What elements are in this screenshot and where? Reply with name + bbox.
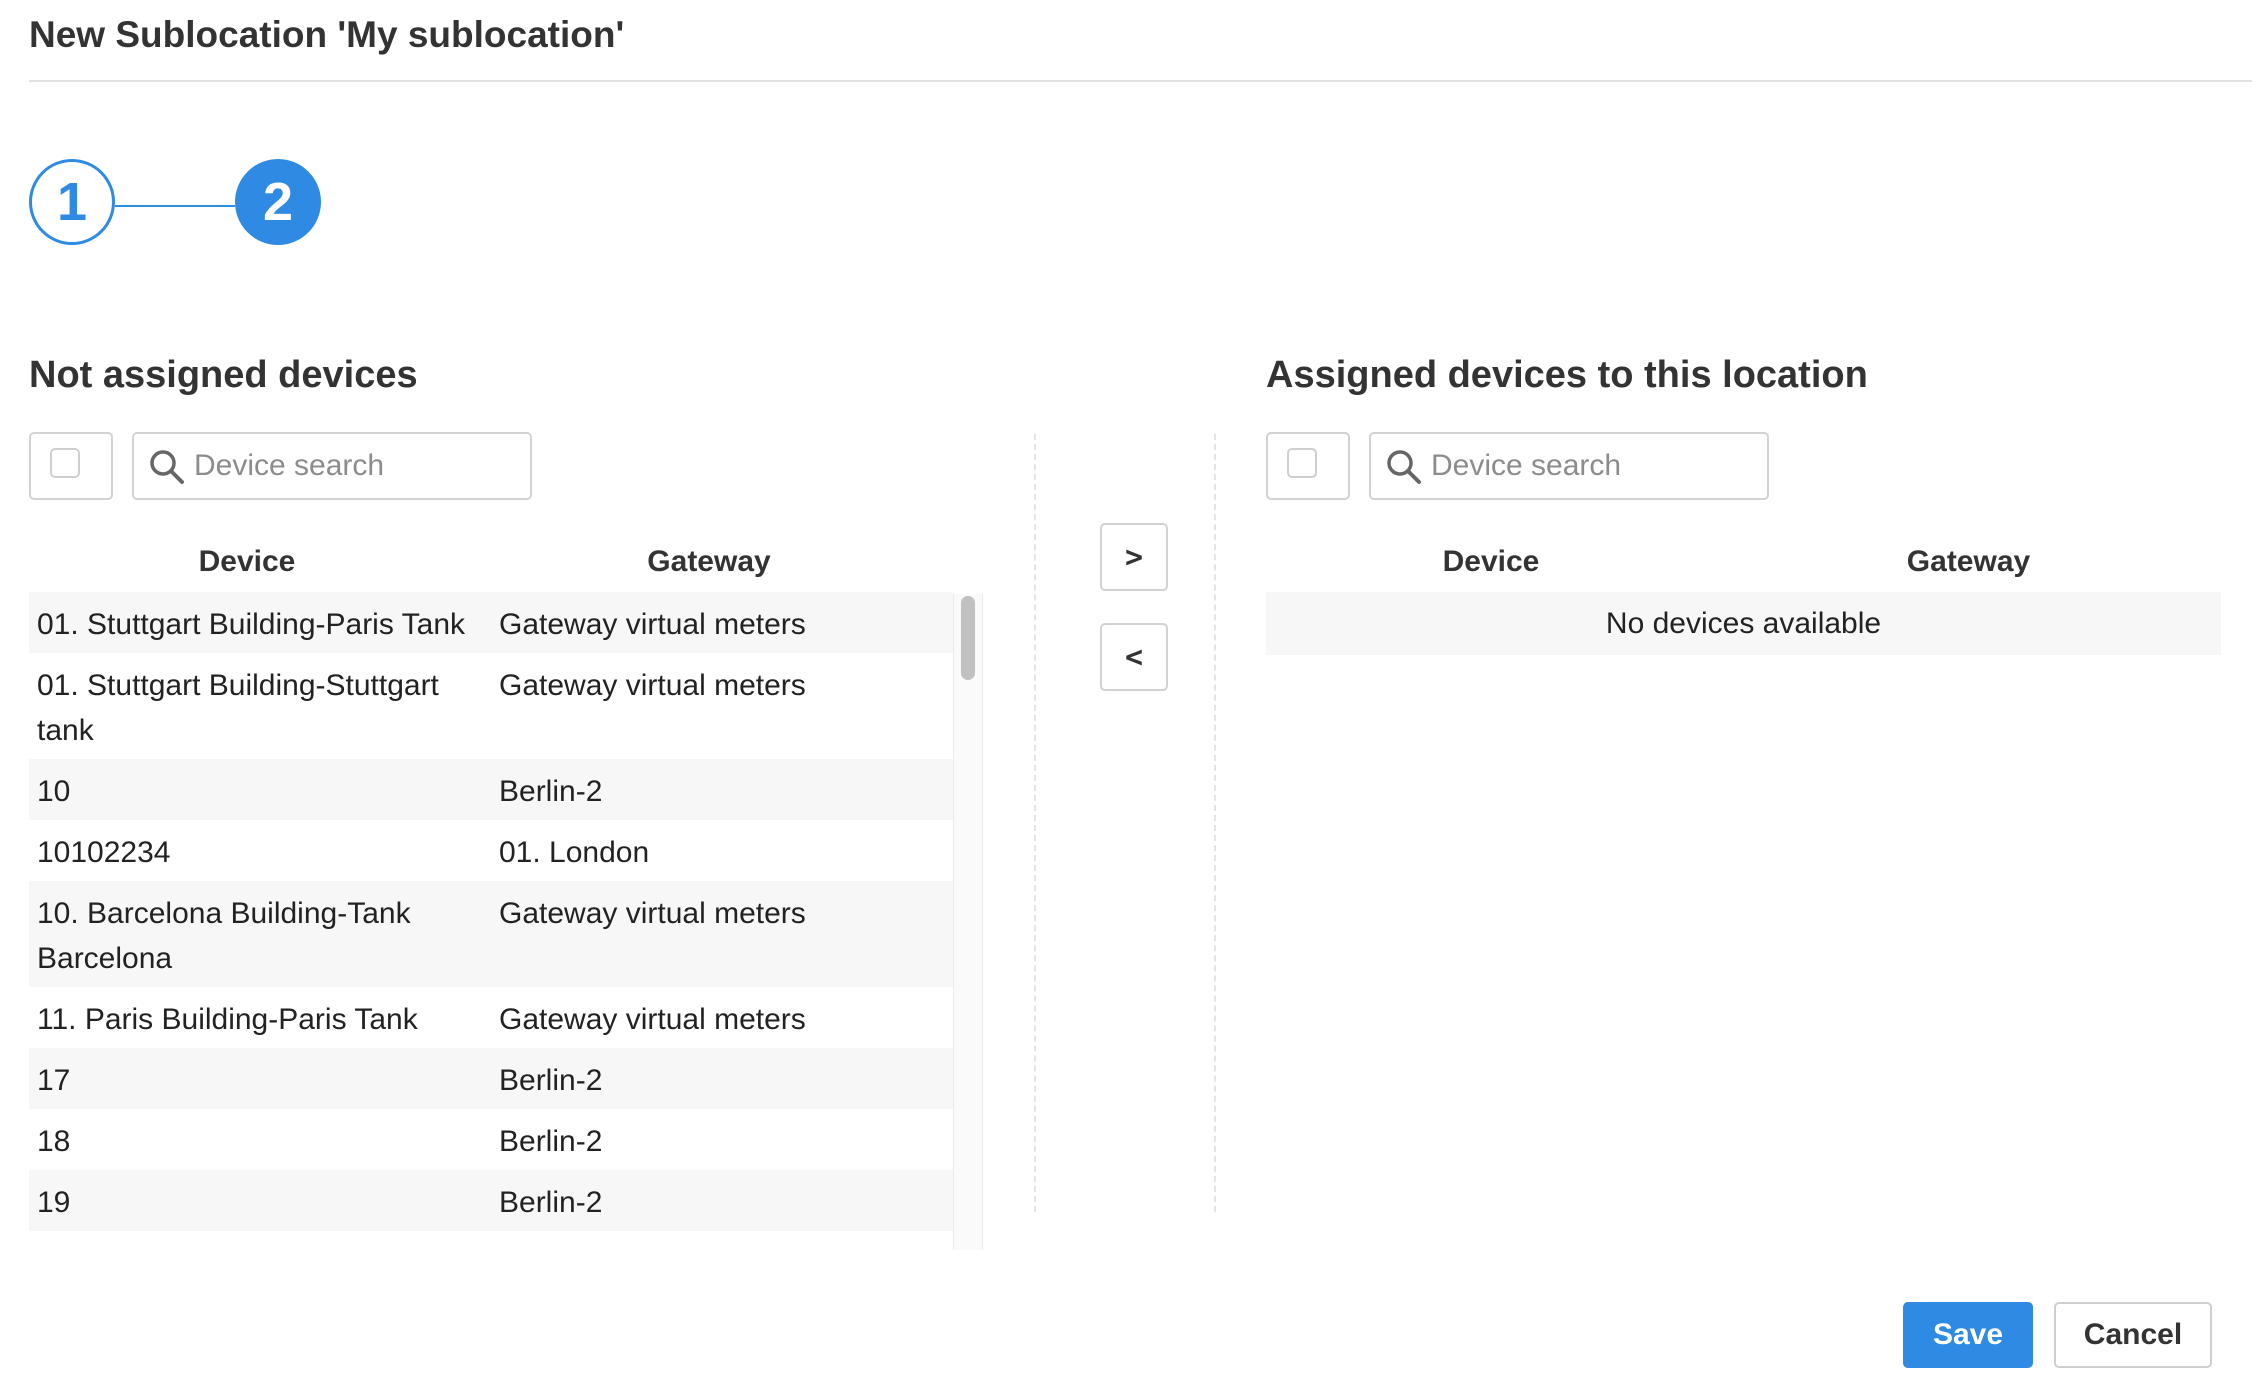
cancel-button[interactable]: Cancel: [2054, 1302, 2212, 1368]
gateway-cell: Gateway virtual meters: [499, 608, 806, 641]
device-cell: 01. Stuttgart Building-Stuttgart tank: [37, 669, 439, 747]
table-row[interactable]: 10. Barcelona Building-Tank Barcelona Ga…: [29, 881, 953, 987]
table-row[interactable]: 17 Berlin-2: [29, 1048, 953, 1109]
gateway-cell: Berlin-2: [499, 775, 603, 808]
header-divider: [29, 80, 2252, 82]
column-header-gateway[interactable]: Gateway: [1716, 545, 2221, 579]
unassigned-search-field[interactable]: [132, 432, 532, 500]
device-cell: 10. Barcelona Building-Tank Barcelona: [37, 897, 411, 975]
device-cell: 17: [37, 1064, 71, 1097]
table-row[interactable]: 10 Berlin-2: [29, 759, 953, 820]
device-cell: 18: [37, 1125, 71, 1158]
column-header-device[interactable]: Device: [1266, 545, 1716, 579]
stepper-connector: [115, 205, 235, 207]
device-cell: 19: [37, 1186, 71, 1219]
table-row[interactable]: 18 Berlin-2: [29, 1109, 953, 1170]
device-cell: 10: [37, 775, 71, 808]
gateway-cell: Berlin-2: [499, 1125, 603, 1158]
unassign-device-button[interactable]: <: [1100, 623, 1168, 691]
search-icon: [1387, 450, 1421, 484]
search-icon: [150, 450, 184, 484]
table-row[interactable]: 01. Stuttgart Building-Stuttgart tank Ga…: [29, 653, 953, 759]
gateway-cell: Berlin-2: [499, 1064, 603, 1097]
page-title: New Sublocation 'My sublocation': [29, 14, 625, 55]
panel-divider-left: [1034, 434, 1036, 1212]
unassigned-search-input[interactable]: [194, 436, 524, 496]
table-row[interactable]: 01. Stuttgart Building-Paris Tank Gatewa…: [29, 592, 953, 653]
table-row[interactable]: 11. Paris Building-Paris Tank Gateway vi…: [29, 987, 953, 1048]
assigned-search-field[interactable]: [1369, 432, 1769, 500]
table-row[interactable]: 19 Berlin-2: [29, 1170, 953, 1231]
gateway-cell: Gateway virtual meters: [499, 1003, 806, 1036]
assigned-title: Assigned devices to this location: [1266, 354, 1868, 396]
gateway-cell: Gateway virtual meters: [499, 897, 806, 930]
select-all-assigned-checkbox[interactable]: [1287, 448, 1317, 478]
panel-divider-right: [1214, 434, 1216, 1212]
device-cell: 11. Paris Building-Paris Tank: [37, 1003, 418, 1036]
column-header-device[interactable]: Device: [29, 545, 465, 579]
table-row[interactable]: 10102234 01. London: [29, 820, 953, 881]
not-assigned-title: Not assigned devices: [29, 354, 418, 396]
assign-device-button[interactable]: >: [1100, 523, 1168, 591]
table-scrollbar[interactable]: [953, 594, 983, 1250]
select-all-assigned[interactable]: [1266, 432, 1350, 500]
device-cell: 10102234: [37, 836, 171, 869]
unassigned-device-table: 01. Stuttgart Building-Paris Tank Gatewa…: [29, 592, 953, 1249]
step-2[interactable]: 2: [235, 159, 321, 245]
select-all-unassigned[interactable]: [29, 432, 113, 500]
select-all-unassigned-checkbox[interactable]: [50, 448, 80, 478]
device-cell: 01. Stuttgart Building-Paris Tank: [37, 608, 466, 641]
gateway-cell: Berlin-2: [499, 1186, 603, 1219]
empty-state-message: No devices available: [1266, 592, 2221, 655]
gateway-cell: 01. London: [499, 836, 650, 869]
gateway-cell: Gateway virtual meters: [499, 669, 806, 702]
scrollbar-thumb[interactable]: [961, 596, 975, 680]
column-header-gateway[interactable]: Gateway: [477, 545, 941, 579]
assigned-search-input[interactable]: [1431, 436, 1761, 496]
step-1[interactable]: 1: [29, 159, 115, 245]
save-button[interactable]: Save: [1903, 1302, 2033, 1368]
